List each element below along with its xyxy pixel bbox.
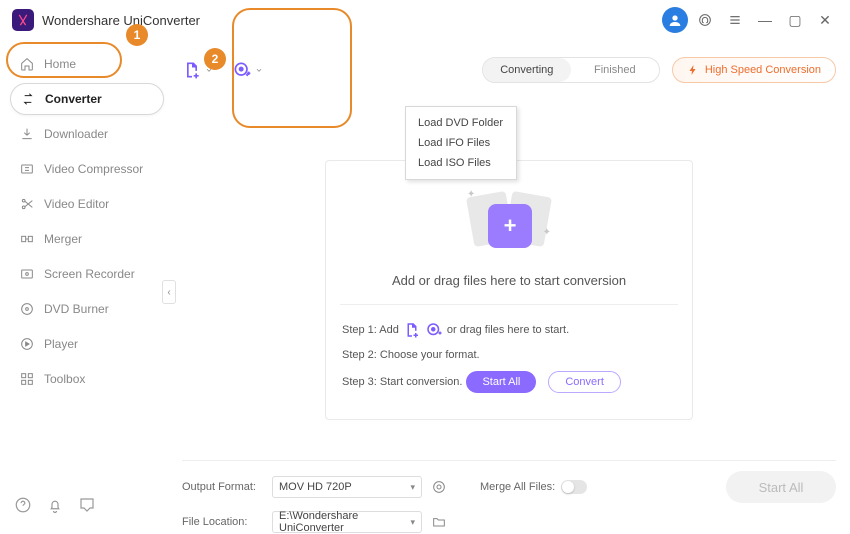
step-2: Step 2: Choose your format. — [342, 349, 676, 361]
step3-text: Step 3: Start conversion. — [342, 376, 462, 388]
sidebar-item-toolbox[interactable]: Toolbox — [10, 363, 164, 395]
converter-icon — [19, 90, 37, 108]
sidebar-footer — [14, 496, 96, 514]
sidebar-item-label: Video Editor — [44, 197, 109, 211]
chevron-down-icon: ▾ — [410, 517, 415, 528]
output-settings-icon[interactable] — [428, 476, 450, 498]
user-avatar-button[interactable] — [662, 7, 688, 33]
feedback-icon[interactable] — [78, 496, 96, 514]
start-all-button[interactable]: Start All — [726, 471, 836, 503]
sidebar-item-label: Screen Recorder — [44, 267, 135, 281]
sidebar-item-label: DVD Burner — [44, 302, 109, 316]
sidebar-item-dvd[interactable]: DVD Burner — [10, 293, 164, 325]
sidebar-item-player[interactable]: Player — [10, 328, 164, 360]
step1-suffix: or drag files here to start. — [447, 324, 569, 336]
menu-icon[interactable] — [722, 7, 748, 33]
sidebar-item-label: Converter — [45, 92, 102, 106]
merge-icon — [18, 230, 36, 248]
sidebar-item-merger[interactable]: Merger — [10, 223, 164, 255]
tab-finished[interactable]: Finished — [571, 58, 659, 82]
divider — [340, 304, 678, 305]
annotation-ring-2 — [232, 8, 352, 128]
bell-icon[interactable] — [46, 496, 64, 514]
file-location-label: File Location: — [182, 516, 272, 528]
disc-load-dropdown: Load DVD Folder Load IFO Files Load ISO … — [405, 106, 517, 180]
window-close[interactable]: ✕ — [812, 7, 838, 33]
dropzone-illustration: + ✦ ✦ — [342, 183, 676, 263]
merge-toggle[interactable] — [561, 480, 587, 494]
window-minimize[interactable]: — — [752, 7, 778, 33]
dropdown-item-dvd-folder[interactable]: Load DVD Folder — [406, 113, 516, 133]
sidebar-item-label: Player — [44, 337, 78, 351]
play-icon — [18, 335, 36, 353]
file-location-value: E:\Wondershare UniConverter — [279, 510, 410, 534]
output-format-value: MOV HD 720P — [279, 481, 352, 493]
tab-converting[interactable]: Converting — [483, 58, 571, 82]
scissors-icon — [18, 195, 36, 213]
download-icon — [18, 125, 36, 143]
sidebar-item-label: Video Compressor — [44, 162, 143, 176]
support-icon[interactable] — [692, 7, 718, 33]
window-maximize[interactable]: ▢ — [782, 7, 808, 33]
toolbox-icon — [18, 370, 36, 388]
output-format-label: Output Format: — [182, 481, 272, 493]
plus-icon: + — [488, 204, 532, 248]
high-speed-button[interactable]: High Speed Conversion — [672, 57, 836, 83]
recorder-icon — [18, 265, 36, 283]
output-format-select[interactable]: MOV HD 720P ▾ — [272, 476, 422, 498]
sidebar-item-label: Toolbox — [44, 372, 85, 386]
dropzone-card[interactable]: + ✦ ✦ Add or drag files here to start co… — [325, 160, 693, 420]
annotation-badge-1: 1 — [126, 24, 148, 46]
step-1: Step 1: Add or drag files here to start. — [342, 321, 676, 339]
annotation-ring-1 — [6, 42, 122, 78]
open-folder-icon[interactable] — [428, 511, 450, 533]
add-disc-mini-icon[interactable] — [425, 321, 443, 339]
high-speed-label: High Speed Conversion — [705, 64, 821, 76]
bottom-bar: Output Format: MOV HD 720P ▾ Merge All F… — [182, 460, 836, 533]
dropdown-item-ifo[interactable]: Load IFO Files — [406, 133, 516, 153]
step-3: Step 3: Start conversion. Start All Conv… — [342, 371, 676, 393]
start-all-pill[interactable]: Start All — [466, 371, 536, 393]
sidebar-item-downloader[interactable]: Downloader — [10, 118, 164, 150]
sidebar: Home Converter Downloader Video Compress… — [0, 40, 168, 528]
disc-icon — [18, 300, 36, 318]
annotation-badge-2: 2 — [204, 48, 226, 70]
app-title: Wondershare UniConverter — [42, 13, 200, 28]
sidebar-item-editor[interactable]: Video Editor — [10, 188, 164, 220]
dropzone-text: Add or drag files here to start conversi… — [342, 273, 676, 288]
convert-pill[interactable]: Convert — [548, 371, 621, 393]
step1-prefix: Step 1: Add — [342, 324, 399, 336]
tab-segment: Converting Finished — [482, 57, 660, 83]
add-file-mini-icon[interactable] — [403, 321, 421, 339]
compress-icon — [18, 160, 36, 178]
app-logo — [12, 9, 34, 31]
sidebar-item-recorder[interactable]: Screen Recorder — [10, 258, 164, 290]
dropdown-item-iso[interactable]: Load ISO Files — [406, 153, 516, 173]
file-location-select[interactable]: E:\Wondershare UniConverter ▾ — [272, 511, 422, 533]
sidebar-item-label: Merger — [44, 232, 82, 246]
merge-label: Merge All Files: — [480, 481, 555, 493]
sidebar-item-converter[interactable]: Converter — [10, 83, 164, 115]
chevron-down-icon: ▾ — [410, 482, 415, 493]
sidebar-item-label: Downloader — [44, 127, 108, 141]
sidebar-item-compressor[interactable]: Video Compressor — [10, 153, 164, 185]
help-icon[interactable] — [14, 496, 32, 514]
